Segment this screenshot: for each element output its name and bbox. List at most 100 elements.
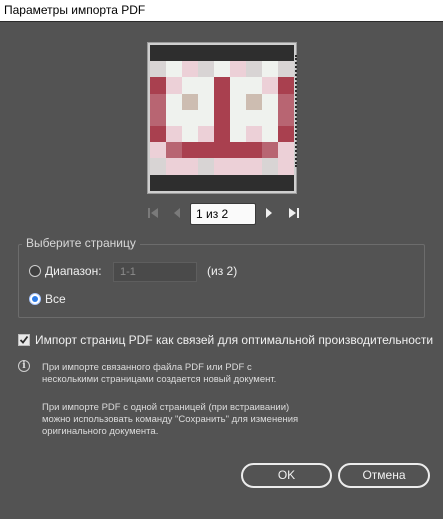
- preview-pixel: [214, 93, 230, 110]
- checkmark-icon: [19, 335, 29, 344]
- preview-pixel: [230, 125, 246, 143]
- preview-edge-marker: [293, 55, 297, 167]
- title-bar: Параметры импорта PDF: [0, 0, 443, 22]
- preview-pixel: [262, 77, 278, 94]
- ok-button[interactable]: OK: [241, 463, 332, 488]
- preview-pixel: [230, 45, 246, 62]
- preview-pixel: [278, 158, 294, 175]
- preview-pixel: [150, 109, 166, 126]
- preview-pixel: [214, 174, 230, 191]
- preview-pixel: [214, 61, 230, 78]
- preview-pixel: [150, 142, 166, 159]
- preview-pixel: [230, 109, 246, 126]
- previous-page-icon: [174, 208, 180, 218]
- preview-pixel: [182, 45, 198, 62]
- preview-pixel: [198, 61, 214, 78]
- preview-pixel: [150, 93, 166, 110]
- next-page-icon: [266, 208, 272, 218]
- preview-pixel: [246, 109, 262, 126]
- preview-pixel: [150, 158, 166, 175]
- info-note-1-line-1: При импорте связанного файла PDF или PDF…: [42, 362, 252, 373]
- preview-pixel: [246, 158, 262, 175]
- preview-pixel: [246, 125, 262, 143]
- preview-pixel: [182, 142, 198, 159]
- preview-pixel: [198, 174, 214, 191]
- skip-to-first-icon: [148, 208, 158, 218]
- preview-pixel: [214, 158, 230, 175]
- all-pages-radio[interactable]: [29, 293, 41, 305]
- preview-pixel: [150, 174, 166, 191]
- preview-pixel: [166, 174, 182, 191]
- preview-pixel: [166, 45, 182, 62]
- first-page-button[interactable]: [147, 206, 161, 220]
- preview-pixel: [230, 158, 246, 175]
- preview-pixel: [198, 77, 214, 94]
- preview-pixel: [262, 45, 278, 62]
- preview-pixel: [246, 61, 262, 78]
- range-label: Диапазон:: [45, 264, 102, 278]
- preview-pixel: [182, 125, 198, 143]
- preview-pixel: [198, 142, 214, 159]
- preview-pixel: [182, 77, 198, 94]
- previous-page-button[interactable]: [170, 206, 184, 220]
- preview-pixel: [182, 93, 198, 110]
- preview-pixel: [198, 109, 214, 126]
- preview-pixel: [278, 125, 294, 143]
- preview-pixel: [262, 125, 278, 143]
- preview-pixel: [150, 125, 166, 143]
- preview-pixel: [230, 142, 246, 159]
- preview-pixel: [246, 93, 262, 110]
- preview-pixel: [166, 125, 182, 143]
- preview-pixel: [214, 45, 230, 62]
- preview-pixel: [230, 93, 246, 110]
- preview-pixel: [182, 109, 198, 126]
- preview-pixel: [214, 109, 230, 126]
- preview-pixel: [198, 125, 214, 143]
- skip-to-last-icon: [289, 208, 299, 218]
- preview-pixel: [166, 77, 182, 94]
- preview-pixel: [230, 61, 246, 78]
- preview-pixel: [166, 93, 182, 110]
- range-input[interactable]: 1-1: [113, 262, 197, 282]
- preview-pixel: [230, 174, 246, 191]
- preview-pixel: [182, 174, 198, 191]
- preview-pixel: [182, 61, 198, 78]
- page-number-field[interactable]: 1 из 2: [190, 203, 256, 225]
- preview-pixel: [262, 61, 278, 78]
- preview-pixel: [246, 142, 262, 159]
- info-note-2: При импорте PDF с одной страницей (при в…: [42, 402, 342, 438]
- page-preview: [147, 42, 297, 194]
- preview-pixel: [166, 142, 182, 159]
- preview-pixel: [214, 142, 230, 159]
- preview-pixel: [278, 174, 294, 191]
- preview-pixel: [166, 109, 182, 126]
- next-page-button[interactable]: [262, 206, 276, 220]
- preview-pixel: [278, 61, 294, 78]
- info-note-1: При импорте связанного файла PDF или PDF…: [42, 362, 342, 386]
- info-icon: i: [18, 360, 30, 372]
- preview-pixel: [278, 142, 294, 159]
- preview-pixel: [246, 174, 262, 191]
- cancel-button[interactable]: Отмена: [338, 463, 430, 488]
- preview-pixel: [198, 158, 214, 175]
- page-navigator: 1 из 2: [145, 203, 305, 225]
- window-title: Параметры импорта PDF: [4, 3, 146, 17]
- preview-pixel: [262, 109, 278, 126]
- preview-pixel: [278, 77, 294, 94]
- preview-pixel: [150, 61, 166, 78]
- import-as-links-checkbox[interactable]: [18, 334, 30, 346]
- preview-pixel: [278, 93, 294, 110]
- page-select-group: [18, 244, 425, 318]
- preview-pixel: [278, 109, 294, 126]
- info-note-2-line-2: можно использовать команду "Сохранить" д…: [42, 414, 299, 425]
- preview-pixel: [198, 93, 214, 110]
- preview-pixel: [150, 45, 166, 62]
- preview-pixel: [166, 158, 182, 175]
- preview-pixel: [262, 174, 278, 191]
- all-pages-label: Все: [45, 292, 66, 306]
- preview-pixel: [262, 142, 278, 159]
- last-page-button[interactable]: [286, 206, 300, 220]
- page-select-legend: Выберите страницу: [22, 236, 140, 250]
- range-radio[interactable]: [29, 265, 41, 277]
- preview-pixel: [214, 125, 230, 143]
